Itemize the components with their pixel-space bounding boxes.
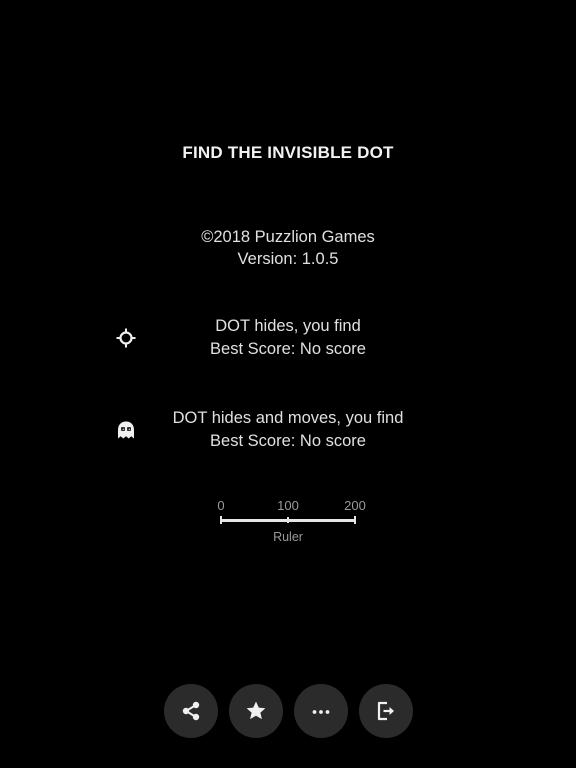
more-button[interactable] — [294, 684, 348, 738]
ruler-tick-0: 0 — [217, 498, 225, 513]
mode-moving-text: DOT hides and moves, you find Best Score… — [0, 407, 576, 453]
copyright-text: ©2018 Puzzlion Games — [201, 228, 375, 246]
ruler-mid-mark — [287, 517, 289, 523]
exit-button[interactable] — [359, 684, 413, 738]
exit-icon — [374, 699, 398, 723]
mode-find-best-score: Best Score: No score — [210, 340, 366, 358]
bottom-toolbar — [164, 684, 414, 738]
mode-moving-button[interactable]: DOT hides and moves, you find Best Score… — [0, 407, 576, 457]
ruler-end-mark — [354, 516, 356, 524]
more-icon — [309, 699, 333, 723]
mode-moving-best-score: Best Score: No score — [210, 432, 366, 450]
ruler-caption: Ruler — [273, 530, 303, 544]
ruler-tick-100: 100 — [277, 498, 299, 513]
ruler-tick-200: 200 — [344, 498, 366, 513]
star-icon — [244, 699, 268, 723]
share-button[interactable] — [164, 684, 218, 738]
ruler-start-mark — [220, 516, 222, 524]
rate-button[interactable] — [229, 684, 283, 738]
mode-moving-label: DOT hides and moves, you find — [172, 409, 404, 427]
mode-find-text: DOT hides, you find Best Score: No score — [0, 315, 576, 361]
mode-find-label: DOT hides, you find — [215, 317, 361, 335]
share-icon — [179, 699, 203, 723]
about-info: ©2018 Puzzlion Games Version: 1.0.5 — [0, 226, 576, 270]
version-text: Version: 1.0.5 — [237, 250, 339, 268]
app-title: FIND THE INVISIBLE DOT — [182, 143, 394, 162]
mode-find-button[interactable]: DOT hides, you find Best Score: No score — [0, 315, 576, 365]
ruler: 0 100 200 Ruler — [210, 498, 370, 550]
